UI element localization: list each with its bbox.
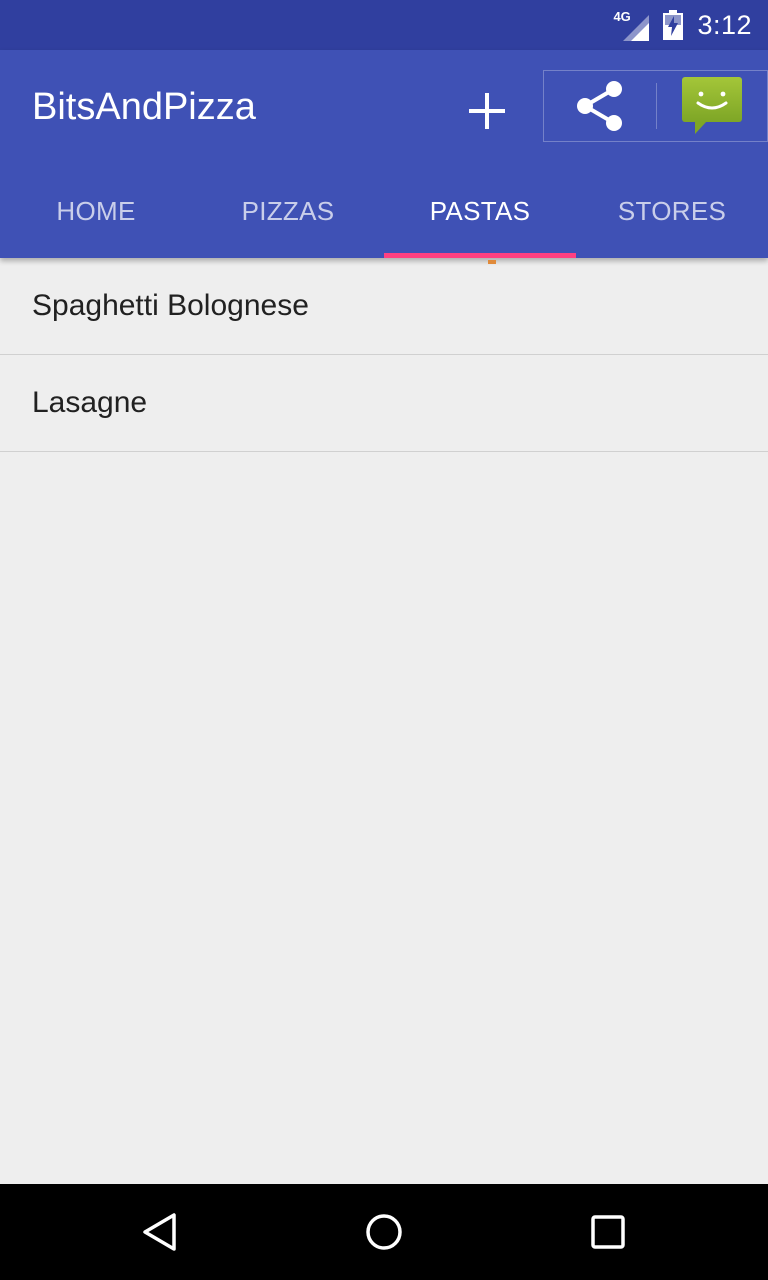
tab-home[interactable]: HOME	[0, 165, 192, 258]
tab-pizzas[interactable]: PIZZAS	[192, 165, 384, 258]
tab-bar: HOME PIZZAS PASTAS STORES	[0, 165, 768, 258]
add-button[interactable]	[452, 76, 522, 146]
recents-square-icon	[591, 1215, 625, 1249]
recents-button[interactable]	[578, 1202, 638, 1262]
share-button[interactable]	[544, 70, 656, 142]
home-button[interactable]	[354, 1202, 414, 1262]
pasta-list: Spaghetti Bolognese Lasagne	[0, 258, 768, 452]
navigation-bar	[0, 1184, 768, 1280]
tab-stores[interactable]: STORES	[576, 165, 768, 258]
tab-pastas[interactable]: PASTAS	[384, 165, 576, 258]
signal-icon	[623, 15, 650, 41]
message-smiley-icon	[682, 77, 742, 134]
back-triangle-icon	[143, 1213, 176, 1251]
list-item-spaghetti-bolognese[interactable]: Spaghetti Bolognese	[0, 258, 768, 355]
status-clock: 3:12	[697, 9, 752, 40]
share-icon	[577, 81, 622, 131]
status-bar: 4G 3:12	[0, 0, 768, 50]
tab-pastas-label: PASTAS	[429, 196, 531, 226]
signal-indicator: 4G	[613, 9, 650, 41]
messaging-app-button[interactable]	[657, 70, 767, 142]
home-circle-icon	[366, 1214, 402, 1250]
status-icons: 4G 3:12	[613, 9, 752, 41]
app-bar: BitsAndPizza HOME PIZZAS PASTAS STORES	[0, 50, 768, 258]
plus-icon	[469, 93, 505, 129]
toolbar: BitsAndPizza	[0, 50, 768, 165]
back-button[interactable]	[130, 1202, 190, 1262]
list-item-lasagne[interactable]: Lasagne	[0, 355, 768, 452]
battery-charging-icon	[663, 10, 684, 40]
app-title: BitsAndPizza	[32, 86, 256, 128]
action-provider-group	[543, 70, 768, 142]
